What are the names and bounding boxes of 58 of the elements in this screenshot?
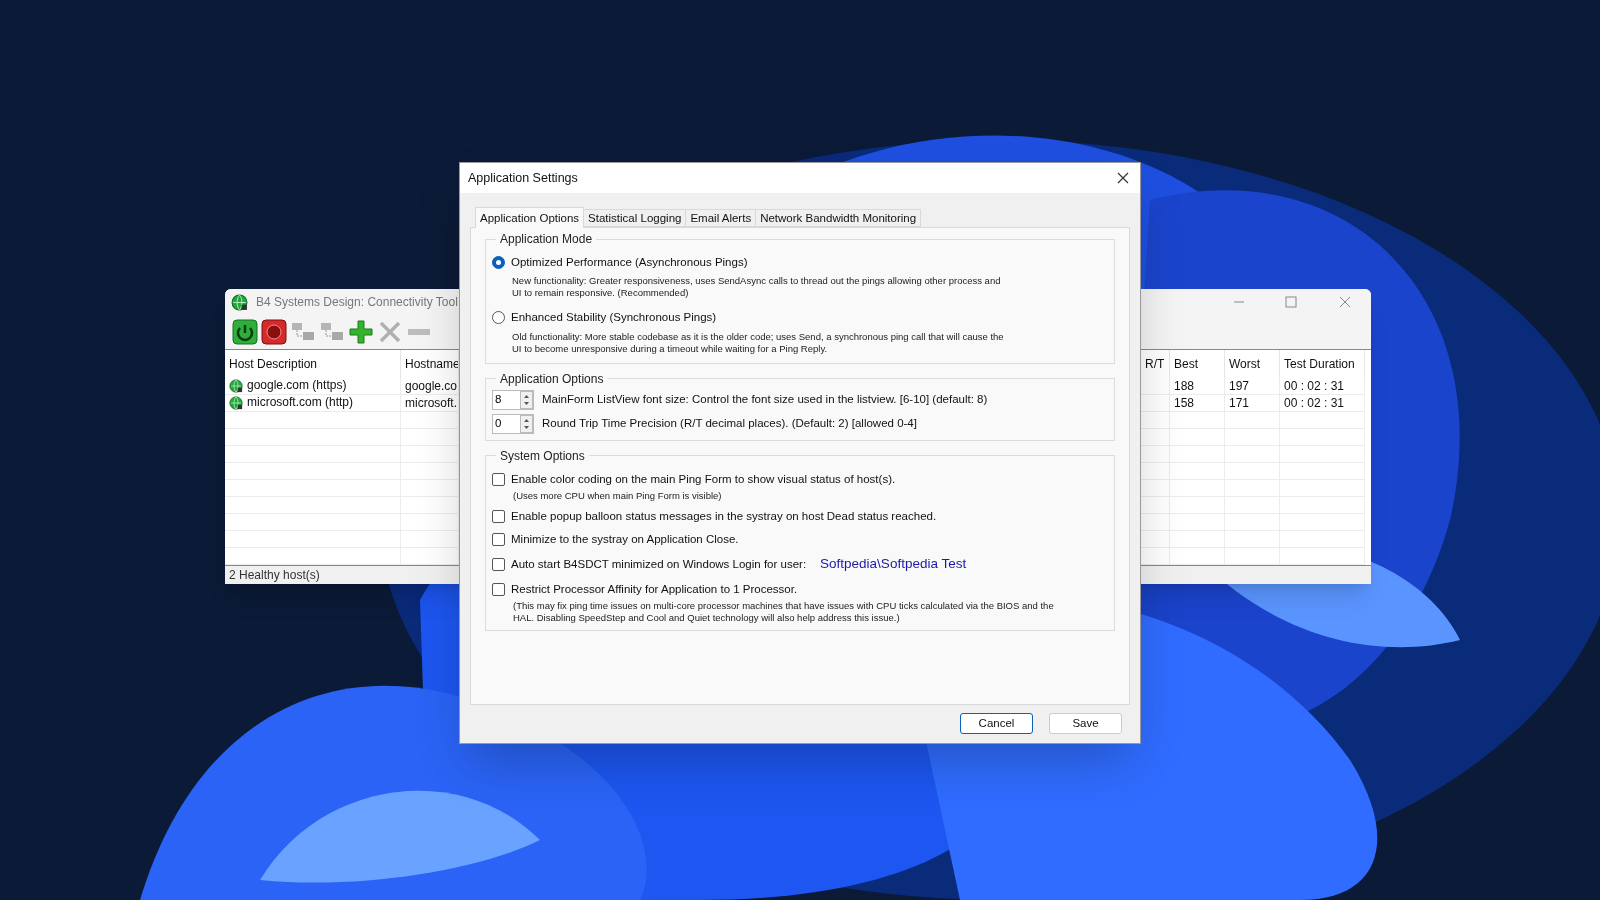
table-cell: 171: [1225, 394, 1280, 412]
window-title: B4 Systems Design: Connectivity Tool: [256, 294, 458, 312]
spinner-arrows-icon[interactable]: [520, 414, 533, 433]
spinner-arrows-icon[interactable]: [520, 390, 533, 409]
group-title: Application Mode: [499, 231, 594, 248]
number-spinner[interactable]: 0: [492, 413, 534, 434]
option-note: (Uses more CPU when main Ping Form is visible): [513, 489, 723, 502]
power-icon[interactable]: [232, 319, 258, 346]
radio-button[interactable]: [492, 256, 505, 270]
spinner-value: 0: [494, 415, 503, 431]
tab[interactable]: Email Alerts: [686, 209, 757, 227]
column-header[interactable]: Host Description: [225, 349, 401, 378]
column-header[interactable]: Test Duration: [1280, 349, 1365, 378]
checkbox[interactable]: [492, 557, 505, 571]
plus-icon[interactable]: [348, 319, 374, 346]
table-cell: 188: [1170, 377, 1225, 395]
spinner-label: Round Trip Time Precision (R/T decimal places). (Default: 2) [allowed 0-4]: [542, 415, 917, 431]
host-status-icon: [229, 378, 243, 393]
spinner-value: 8: [494, 391, 503, 407]
tab[interactable]: Statistical Logging: [584, 209, 687, 227]
close-icon[interactable]: [1117, 172, 1129, 184]
dialog-title: Application Settings: [468, 169, 579, 187]
column-header[interactable]: Best: [1170, 349, 1225, 378]
tab[interactable]: Network Bandwidth Monitoring: [756, 209, 922, 227]
column-header[interactable]: Worst: [1225, 349, 1280, 378]
checkbox-label[interactable]: Enable color coding on the main Ping Form to show visual status of host(s).: [511, 470, 896, 488]
table-cell: 158: [1170, 394, 1225, 412]
table-cell: 00 : 02 : 31: [1280, 394, 1365, 412]
host-description: microsoft.com (http): [247, 394, 354, 411]
user-name: Softpedia\Softpedia Test: [820, 555, 967, 574]
checkbox-label[interactable]: Auto start B4SDCT minimized on Windows Login for user:: [511, 555, 807, 573]
radio-label[interactable]: Optimized Performance (Asynchronous Pings): [511, 254, 748, 272]
stop-icon[interactable]: [261, 319, 287, 346]
option-description: New functionality: Greater responsiveness, uses SendAsync calls to thread out the pings allowing other process and UI to remain responsive. (Recommended): [512, 275, 1002, 300]
status-text: 2 Healthy host(s): [229, 566, 320, 584]
option-description: Old functionality: More stable codebase as it is the older code; uses Send, a synchronous ping call that will cause the UI to become unresponsive during a timeout while waiting for a Ping Reply.: [512, 330, 1005, 355]
table-cell: 197: [1225, 377, 1280, 395]
checkbox[interactable]: [492, 533, 505, 547]
group-title: System Options: [499, 447, 586, 465]
host-status-icon: [229, 395, 243, 410]
globe-icon: [231, 294, 248, 311]
tab[interactable]: Application Options: [475, 207, 585, 228]
number-spinner[interactable]: 8: [492, 389, 534, 410]
dialog-button[interactable]: Cancel: [960, 713, 1033, 734]
option-note: (This may fix ping time issues on multi-core processor machines that have issues with CPU ticks calculated via the BIOS and the HAL. Disabling SpeedStep and Cool and Quiet technology will also help address this issue.): [513, 599, 1055, 624]
checkbox[interactable]: [492, 509, 505, 523]
radio-label[interactable]: Enhanced Stability (Synchronous Pings): [511, 309, 717, 327]
group-title: Application Options: [499, 370, 605, 388]
checkbox-label[interactable]: Restrict Processor Affinity for Application to 1 Processor.: [511, 580, 798, 598]
radio-button[interactable]: [492, 311, 505, 325]
checkbox[interactable]: [492, 472, 505, 486]
checkbox[interactable]: [492, 582, 505, 596]
host-description: google.com (https): [247, 377, 347, 394]
table-cell: 00 : 02 : 31: [1280, 377, 1365, 395]
checkbox-label[interactable]: Minimize to the systray on Application Close.: [511, 531, 739, 549]
checkbox-label[interactable]: Enable popup balloon status messages in the systray on host Dead status reached.: [511, 507, 937, 525]
dialog-button[interactable]: Save: [1049, 713, 1122, 734]
spinner-label: MainForm ListView font size: Control the font size used in the listview. [6-10] (default: 8): [542, 391, 988, 407]
